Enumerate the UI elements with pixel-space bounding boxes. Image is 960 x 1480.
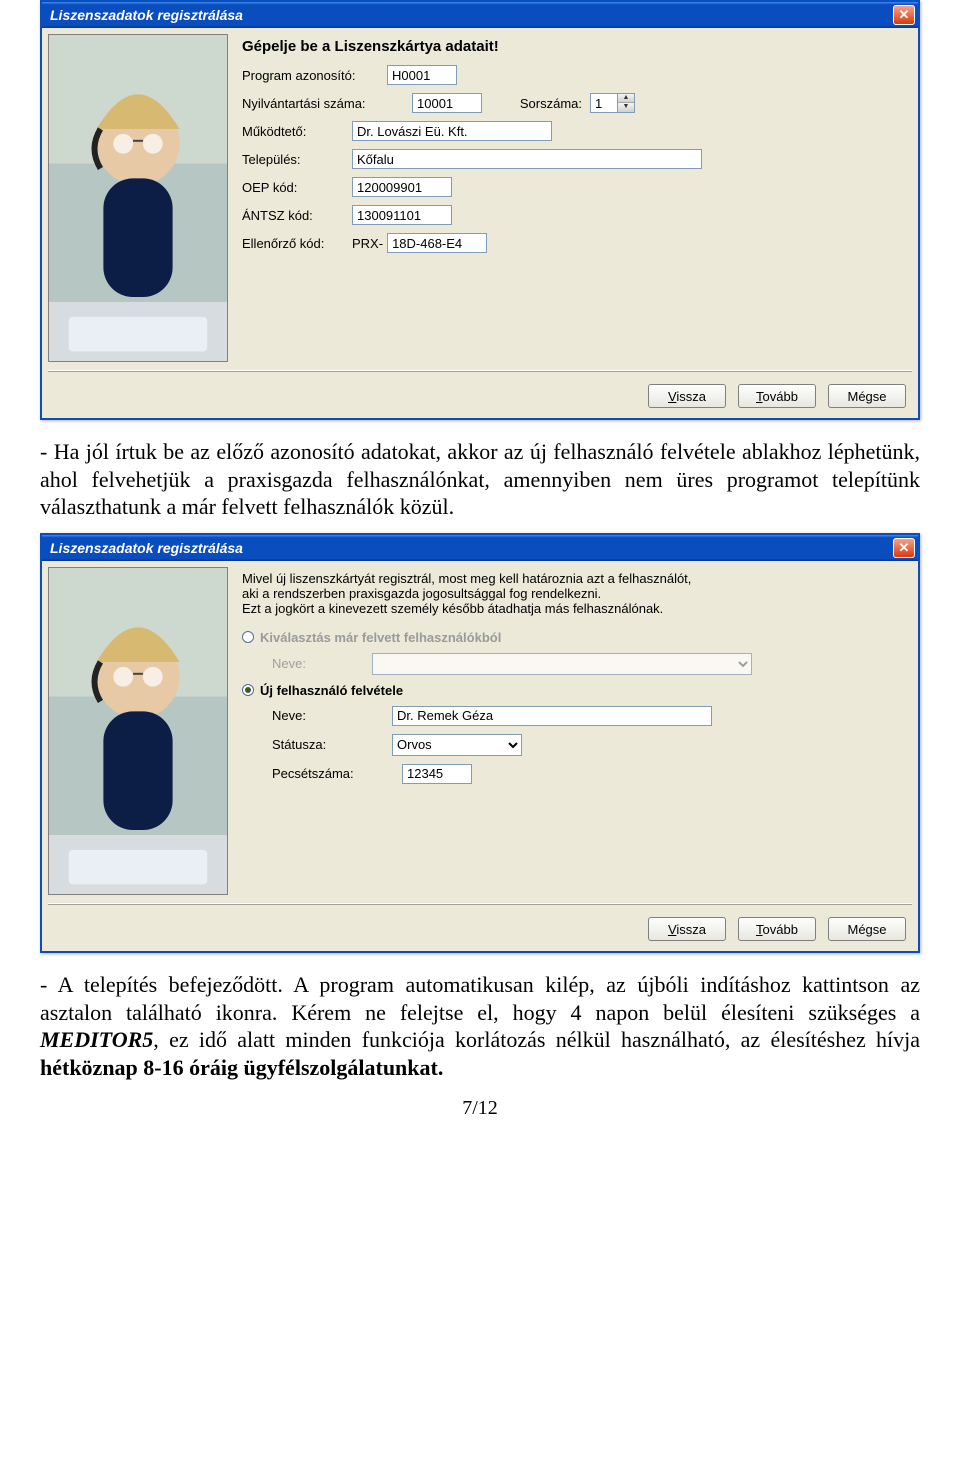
radio-existing-label: Kiválasztás már felvett felhasználókból	[260, 630, 501, 645]
window-title: Liszenszadatok regisztrálása	[50, 7, 243, 23]
stamp-input[interactable]	[402, 764, 472, 784]
reg-no-label: Nyilvántartási száma:	[242, 96, 412, 111]
town-input[interactable]	[352, 149, 702, 169]
product-name: MEDITOR5	[40, 1027, 153, 1052]
cancel-button[interactable]: Mégse	[828, 917, 906, 941]
intro-line-1: Mivel új liszenszkártyát regisztrál, mos…	[242, 571, 906, 586]
radio-new-user[interactable]	[242, 684, 254, 696]
serial-input[interactable]	[590, 93, 618, 113]
back-button[interactable]: Vissza	[648, 384, 726, 408]
operator-input[interactable]	[352, 121, 552, 141]
dialog-heading: Gépelje be a Liszenszkártya adatait!	[242, 38, 906, 55]
town-label: Település:	[242, 152, 352, 167]
window-title: Liszenszadatok regisztrálása	[50, 540, 243, 556]
operator-photo	[48, 34, 228, 362]
chevron-down-icon[interactable]: ▼	[618, 103, 634, 112]
new-name-label: Neve:	[272, 708, 392, 723]
serial-spinner[interactable]: ▲ ▼	[618, 93, 635, 113]
cancel-button[interactable]: Mégse	[828, 384, 906, 408]
titlebar: Liszenszadatok regisztrálása ✕	[42, 2, 918, 28]
existing-name-label: Neve:	[272, 656, 372, 671]
page-number: 7/12	[40, 1097, 920, 1120]
serial-label: Sorszáma:	[482, 96, 582, 111]
intro-line-3: Ezt a jogkört a kinevezett személy későb…	[242, 601, 906, 616]
program-id-input[interactable]	[387, 65, 457, 85]
operator-label: Működtető:	[242, 124, 352, 139]
status-combo[interactable]: Orvos	[392, 734, 522, 756]
license-dialog-2: Liszenszadatok regisztrálása ✕	[40, 533, 920, 953]
oep-input[interactable]	[352, 177, 452, 197]
reg-no-input[interactable]	[412, 93, 482, 113]
body-paragraph-2: - A telepítés befejeződött. A program au…	[40, 971, 920, 1081]
license-dialog-1: Liszenszadatok regisztrálása ✕	[40, 0, 920, 420]
body-paragraph-1: - Ha jól írtuk be az előző azonosító ada…	[40, 438, 920, 521]
close-icon[interactable]: ✕	[893, 5, 915, 25]
check-label: Ellenőrző kód:	[242, 236, 352, 251]
next-button[interactable]: Tovább	[738, 384, 816, 408]
antsz-input[interactable]	[352, 205, 452, 225]
stamp-label: Pecsétszáma:	[272, 766, 402, 781]
oep-label: OEP kód:	[242, 180, 352, 195]
titlebar: Liszenszadatok regisztrálása ✕	[42, 535, 918, 561]
radio-new-label: Új felhasználó felvétele	[260, 683, 403, 698]
close-icon[interactable]: ✕	[893, 538, 915, 558]
radio-existing-user[interactable]	[242, 631, 254, 643]
program-id-label: Program azonosító:	[242, 68, 387, 83]
new-name-input[interactable]	[392, 706, 712, 726]
check-prefix: PRX-	[352, 236, 383, 251]
status-label: Státusza:	[272, 737, 392, 752]
operator-photo	[48, 567, 228, 895]
next-button[interactable]: Tovább	[738, 917, 816, 941]
antsz-label: ÁNTSZ kód:	[242, 208, 352, 223]
existing-name-combo	[372, 653, 752, 675]
intro-line-2: aki a rendszerben praxisgazda jogosultsá…	[242, 586, 906, 601]
back-button[interactable]: Vissza	[648, 917, 726, 941]
chevron-up-icon[interactable]: ▲	[618, 94, 634, 103]
check-input[interactable]	[387, 233, 487, 253]
